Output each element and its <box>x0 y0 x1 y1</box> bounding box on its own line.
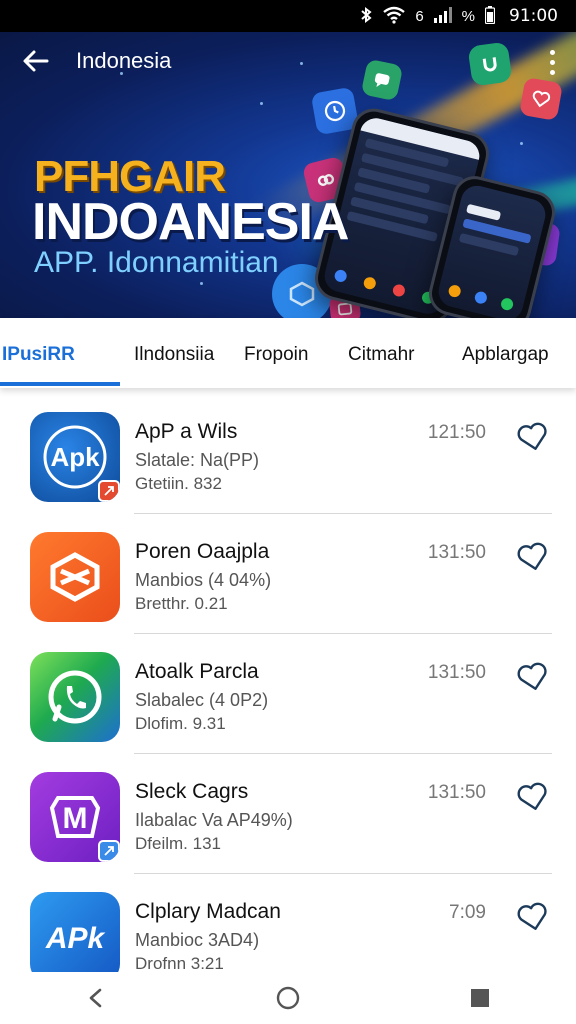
heart-outline-icon <box>517 542 547 570</box>
app-detail: Dlofim. 9.31 <box>135 714 226 733</box>
app-detail: Bretthr. 0.21 <box>135 594 228 613</box>
m-logo-icon: M <box>30 772 120 862</box>
app-detail: Dfeilm. 131 <box>135 834 221 853</box>
phone-chat-icon <box>30 652 120 742</box>
app-badge-icon <box>98 480 120 502</box>
signal-icon <box>433 6 452 26</box>
nav-back-button[interactable] <box>76 978 116 1018</box>
heart-outline-icon <box>517 902 547 930</box>
more-vertical-dot <box>549 69 555 75</box>
app-time: 121:50 <box>427 422 486 443</box>
app-status: Slabalec (4 0P2) <box>135 690 269 710</box>
favorite-button[interactable] <box>516 900 550 934</box>
hero-banner: PFHGAIR INDOANESIA APP. Idonnamitian <box>0 32 576 318</box>
clock: 91:00 <box>509 6 558 26</box>
heart-tile-icon <box>518 76 564 122</box>
list-item[interactable]: Poren Oaajpla Manbios (4 04%) Bretthr. 0… <box>0 512 576 634</box>
sparkle <box>260 102 263 105</box>
category-tabs: IPusiRR Ilndonsiia Fropoin Citmahr Apbla… <box>0 318 576 388</box>
hero-subtitle: APP. Idonnamitian <box>34 246 279 279</box>
app-name: Poren Oaajpla <box>135 540 270 563</box>
app-detail: Gtetiin. 832 <box>135 474 222 493</box>
page-title: Indonesia <box>76 48 172 73</box>
svg-text:Apk: Apk <box>50 442 100 472</box>
app-detail: Drofnn 3:21 <box>135 954 224 972</box>
nav-recents-icon <box>471 989 489 1007</box>
app-list: Apk ApP a Wils Slatale: Na(PP) Gtetiin. … <box>0 392 576 972</box>
app-name: Atoalk Parcla <box>135 660 259 683</box>
bluetooth-icon <box>359 6 373 27</box>
tab-ilndonsiia[interactable]: Ilndonsiia <box>134 344 214 366</box>
app-time: 7:09 <box>449 902 486 923</box>
nav-back-icon <box>89 988 102 1008</box>
system-nav-bar <box>0 972 576 1024</box>
app-time: 131:50 <box>427 782 486 803</box>
favorite-button[interactable] <box>516 540 550 574</box>
svg-text:M: M <box>63 802 88 835</box>
list-item[interactable]: Apk ApP a Wils Slatale: Na(PP) Gtetiin. … <box>0 392 576 514</box>
arrow-left-icon <box>23 50 49 72</box>
heart-outline-icon <box>517 662 547 690</box>
apk-logo-icon: APk <box>30 892 120 972</box>
tab-apblargap[interactable]: Apblargap <box>462 344 549 366</box>
heart-outline-icon <box>517 422 547 450</box>
box-logo-icon <box>30 532 120 622</box>
u-tile-icon <box>467 41 513 87</box>
sparkle <box>200 282 203 285</box>
app-name: Clplary Madcan <box>135 900 281 923</box>
app-name: ApP a Wils <box>135 420 238 443</box>
svg-text:APk: APk <box>45 922 106 955</box>
favorite-button[interactable] <box>516 660 550 694</box>
app-time: 131:50 <box>427 542 486 563</box>
app-logo-icon: Apk <box>30 412 120 502</box>
more-options-button[interactable] <box>542 44 562 80</box>
favorite-button[interactable] <box>516 420 550 454</box>
tab-fropoin[interactable]: Fropoin <box>244 344 308 366</box>
chat-tile-icon <box>360 58 404 102</box>
more-vertical-icon <box>549 49 555 55</box>
app-status: Manbioc 3AD4) <box>135 930 260 950</box>
sparkle <box>520 142 523 145</box>
list-item[interactable]: M Sleck Cagrs Ilabalac Va AP49%) Dfeilm.… <box>0 752 576 874</box>
hero-title-line2: INDOANESIA <box>32 193 349 251</box>
app-badge-icon <box>98 840 120 862</box>
favorite-button[interactable] <box>516 780 550 814</box>
status-bar: 6 % 91:00 <box>0 0 576 32</box>
tab-citmahr[interactable]: Citmahr <box>348 344 415 366</box>
heart-outline-icon <box>517 782 547 810</box>
nav-home-icon <box>276 986 300 1010</box>
app-name: Sleck Cagrs <box>135 780 249 803</box>
wifi-label: 6 <box>415 7 424 25</box>
app-status: Slatale: Na(PP) <box>135 450 260 470</box>
app-time: 131:50 <box>427 662 486 683</box>
sparkle <box>300 62 303 65</box>
list-item[interactable]: Atoalk Parcla Slabalec (4 0P2) Dlofim. 9… <box>0 632 576 754</box>
active-tab-indicator <box>0 382 120 386</box>
battery-icon <box>484 5 496 27</box>
back-button[interactable] <box>18 46 54 78</box>
tab-ipusirr[interactable]: IPusiRR <box>2 344 75 366</box>
nav-home-button[interactable] <box>268 978 308 1018</box>
more-vertical-dot <box>549 59 555 65</box>
wifi-icon <box>383 6 406 27</box>
app-status: Ilabalac Va AP49%) <box>135 810 293 830</box>
app-status: Manbios (4 04%) <box>135 570 272 590</box>
nav-recents-button[interactable] <box>460 978 500 1018</box>
battery-percent: % <box>461 7 475 25</box>
list-item[interactable]: APk Clplary Madcan Manbioc 3AD4) Drofnn … <box>0 872 576 972</box>
